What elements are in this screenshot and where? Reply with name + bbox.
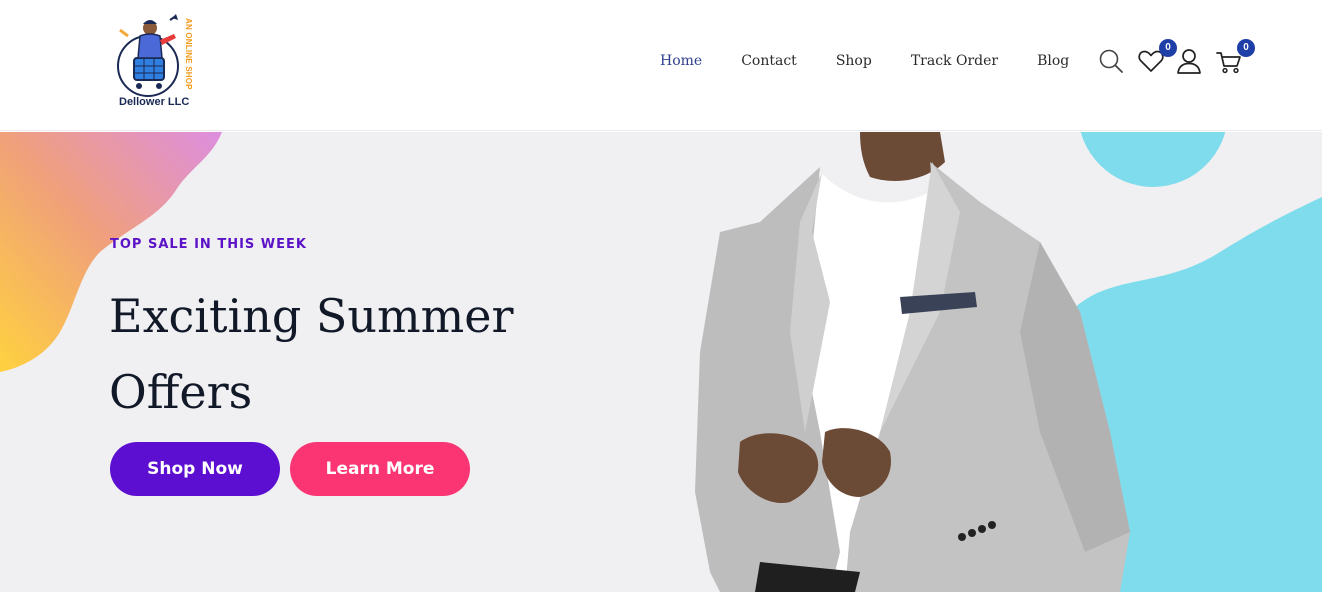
hero-kicker: TOP SALE IN THIS WEEK — [110, 237, 307, 252]
man-in-grey-blazer-photo — [695, 132, 1130, 592]
cart-button[interactable]: 0 — [1214, 39, 1256, 78]
learn-more-button[interactable]: Learn More — [290, 442, 470, 496]
shopping-cart-mascot-icon — [117, 14, 179, 97]
brand-tagline: AN ONLINE SHOP — [184, 18, 193, 90]
user-icon[interactable] — [1174, 46, 1204, 76]
nav-item-home[interactable]: Home — [660, 51, 702, 71]
hero-banner: TOP SALE IN THIS WEEK Exciting Summer Of… — [0, 132, 1322, 592]
cart-count-badge: 0 — [1237, 39, 1255, 57]
brand-logo[interactable]: AN ONLINE SHOP Dellower LLC — [112, 14, 212, 114]
hero-headline: Exciting Summer Offers — [109, 278, 579, 430]
search-icon[interactable] — [1096, 46, 1126, 76]
wishlist-button[interactable]: 0 — [1136, 39, 1177, 78]
hero-headline-line-2: Offers — [109, 365, 253, 419]
site-header: AN ONLINE SHOP Dellower LLC Home Contact… — [0, 0, 1322, 131]
main-nav: Home Contact Shop Track Order Blog — [660, 51, 1108, 71]
nav-item-blog[interactable]: Blog — [1037, 51, 1069, 71]
nav-item-shop[interactable]: Shop — [836, 51, 872, 71]
nav-item-track-order[interactable]: Track Order — [911, 51, 998, 71]
hero-headline-line-1: Exciting Summer — [109, 289, 514, 343]
nav-item-contact[interactable]: Contact — [741, 51, 797, 71]
shop-now-button[interactable]: Shop Now — [110, 442, 280, 496]
top-cyan-circle — [1080, 132, 1226, 187]
brand-name: Dellower LLC — [119, 96, 190, 108]
